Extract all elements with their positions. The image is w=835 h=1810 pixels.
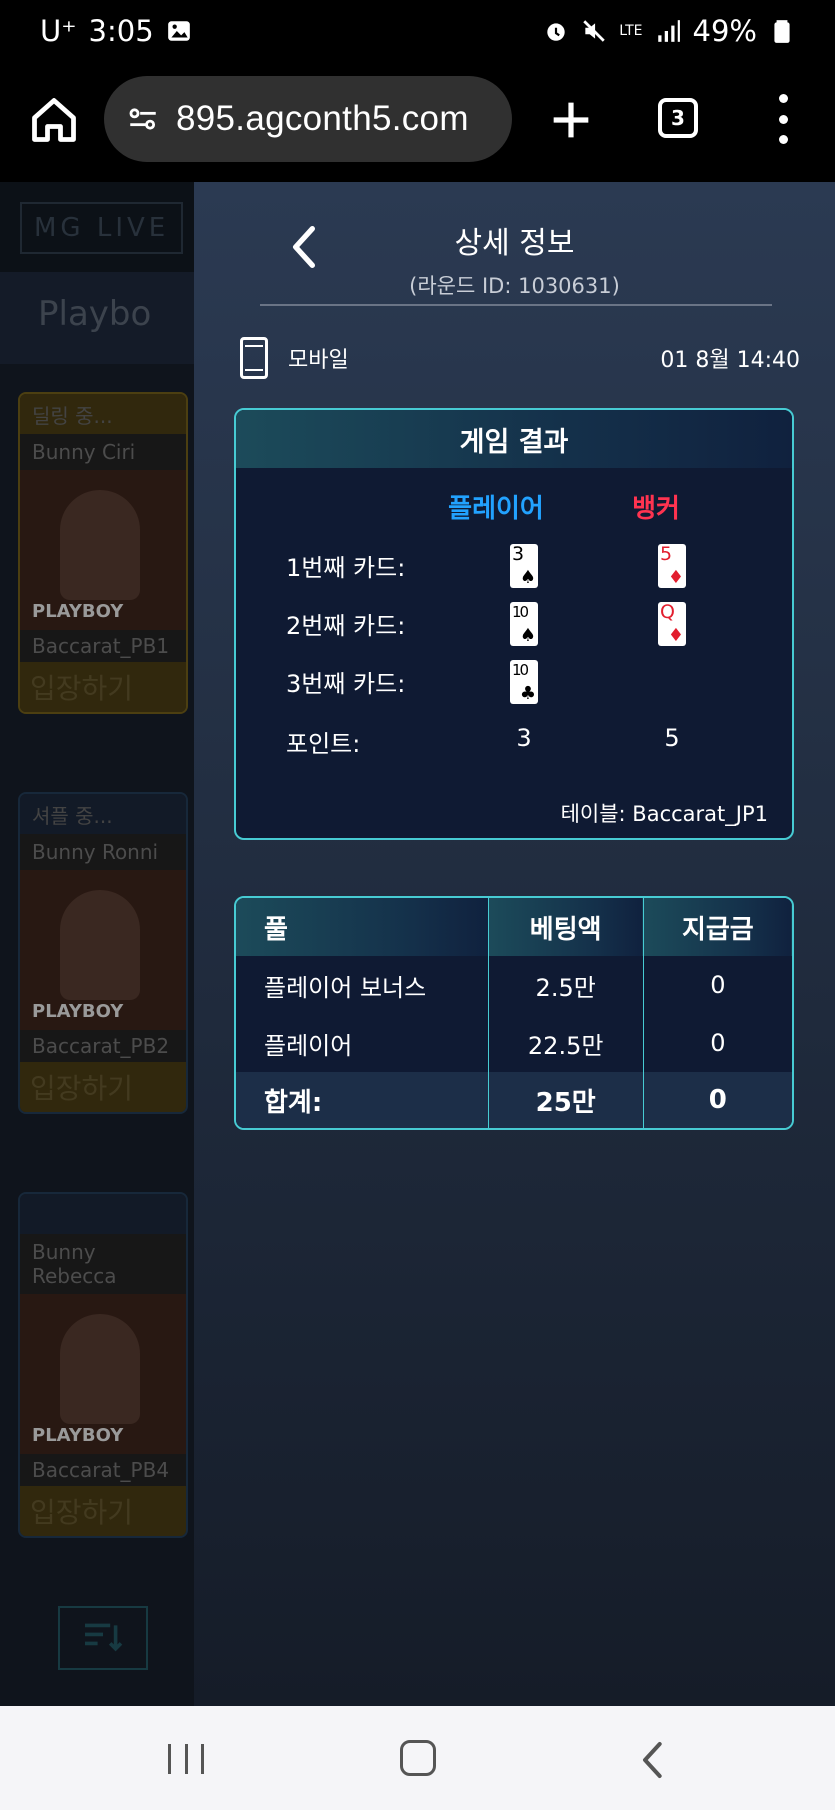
total-label: 합계: bbox=[236, 1072, 489, 1128]
carrier-label: U⁺ bbox=[40, 14, 77, 48]
url-text: 895.agconth5.com bbox=[176, 99, 469, 138]
column-header-pool: 풀 bbox=[236, 898, 489, 956]
card-row-label: 1번째 카드: bbox=[286, 554, 406, 582]
total-row: 합계: 25만 0 bbox=[236, 1072, 792, 1128]
more-menu-icon[interactable] bbox=[768, 94, 798, 144]
table-name: 테이블: Baccarat_JP1 bbox=[560, 802, 768, 826]
address-bar[interactable]: 895.agconth5.com bbox=[104, 76, 512, 162]
playing-card: 10 ♣ bbox=[510, 660, 538, 704]
total-bet: 25만 bbox=[488, 1072, 644, 1128]
brand-label: PLAYBOY bbox=[32, 1425, 124, 1446]
battery-percent: 49% bbox=[692, 14, 757, 48]
banker-points: 5 bbox=[664, 724, 680, 752]
back-nav-icon[interactable] bbox=[638, 1740, 668, 1780]
system-nav-bar bbox=[0, 1706, 835, 1810]
tab-count: 3 bbox=[671, 106, 685, 130]
card-row-label: 2번째 카드: bbox=[286, 612, 406, 640]
total-payout: 0 bbox=[643, 1072, 792, 1128]
bet-table: 풀 베팅액 지급금 플레이어 보너스 2.5만 0 플레이어 22.5만 0 합… bbox=[236, 898, 792, 1128]
mute-icon bbox=[583, 20, 605, 42]
banker-column-label: 뱅커 bbox=[632, 494, 680, 524]
recent-apps-icon[interactable] bbox=[168, 1744, 204, 1774]
table-row: 플레이어 보너스 2.5만 0 bbox=[236, 956, 792, 1014]
playing-card: 3 ♠ bbox=[510, 543, 538, 588]
playing-card: Q ♦ bbox=[658, 601, 686, 646]
playing-card: 10 ♠ bbox=[510, 602, 538, 646]
table-row: 플레이어 22.5만 0 bbox=[236, 1014, 792, 1072]
game-result-box: 게임 결과 플레이어 뱅커 1번째 카드: 3 ♠ 5 ♦ 2번째 카드: 10 ♠ … bbox=[234, 408, 794, 840]
clock: 3:05 bbox=[88, 14, 154, 48]
gallery-icon bbox=[167, 21, 190, 41]
bet-cell: 22.5만 bbox=[488, 1014, 644, 1072]
game-result-header: 게임 결과 bbox=[236, 410, 792, 468]
column-header-payout: 지급금 bbox=[643, 898, 792, 956]
playing-card: 5 ♦ bbox=[658, 543, 686, 588]
bet-cell: 2.5만 bbox=[488, 956, 644, 1014]
battery-icon bbox=[774, 20, 790, 43]
network-type: LTE bbox=[619, 23, 643, 39]
signal-icon bbox=[657, 20, 680, 42]
pool-cell: 플레이어 bbox=[236, 1014, 489, 1072]
card-row-label: 3번째 카드: bbox=[286, 670, 406, 698]
screen: U⁺ 3:05 LTE 49% 895.agconth5.com 3 MG LI… bbox=[0, 0, 835, 1810]
column-header-bet: 베팅액 bbox=[488, 898, 644, 956]
payout-cell: 0 bbox=[710, 1029, 726, 1057]
home-nav-icon[interactable] bbox=[400, 1740, 436, 1776]
player-column-label: 플레이어 bbox=[448, 494, 544, 524]
title-divider bbox=[260, 304, 772, 306]
payout-cell: 0 bbox=[710, 971, 726, 999]
points-label: 포인트: bbox=[286, 730, 361, 758]
browser-toolbar: 895.agconth5.com 3 bbox=[0, 62, 835, 182]
status-bar: U⁺ 3:05 LTE 49% bbox=[0, 0, 835, 62]
alarm-icon bbox=[547, 23, 565, 41]
device-label: 모바일 bbox=[288, 348, 349, 373]
bet-summary-box: 풀 베팅액 지급금 플레이어 보너스 2.5만 0 플레이어 22.5만 0 합… bbox=[234, 896, 794, 1130]
player-points: 3 bbox=[516, 724, 532, 752]
pool-cell: 플레이어 보너스 bbox=[236, 956, 489, 1014]
brand-label: PLAYBOY bbox=[32, 601, 124, 622]
new-tab-icon[interactable] bbox=[545, 92, 597, 148]
panel-title: 상세 정보 bbox=[454, 226, 575, 261]
mobile-device-icon bbox=[240, 337, 268, 379]
round-datetime: 01 8월 14:40 bbox=[660, 348, 800, 373]
bet-table-header: 풀 베팅액 지급금 bbox=[236, 898, 792, 956]
tab-switcher-button[interactable]: 3 bbox=[658, 98, 698, 138]
home-icon[interactable] bbox=[28, 92, 80, 148]
round-id: (라운드 ID: 1030631) bbox=[409, 274, 620, 298]
site-settings-icon[interactable] bbox=[126, 102, 160, 136]
brand-label: PLAYBOY bbox=[32, 1001, 124, 1022]
detail-panel: 상세 정보 (라운드 ID: 1030631) 모바일 01 8월 14:40 … bbox=[194, 182, 835, 1706]
device-row: 모바일 01 8월 14:40 bbox=[240, 334, 800, 382]
